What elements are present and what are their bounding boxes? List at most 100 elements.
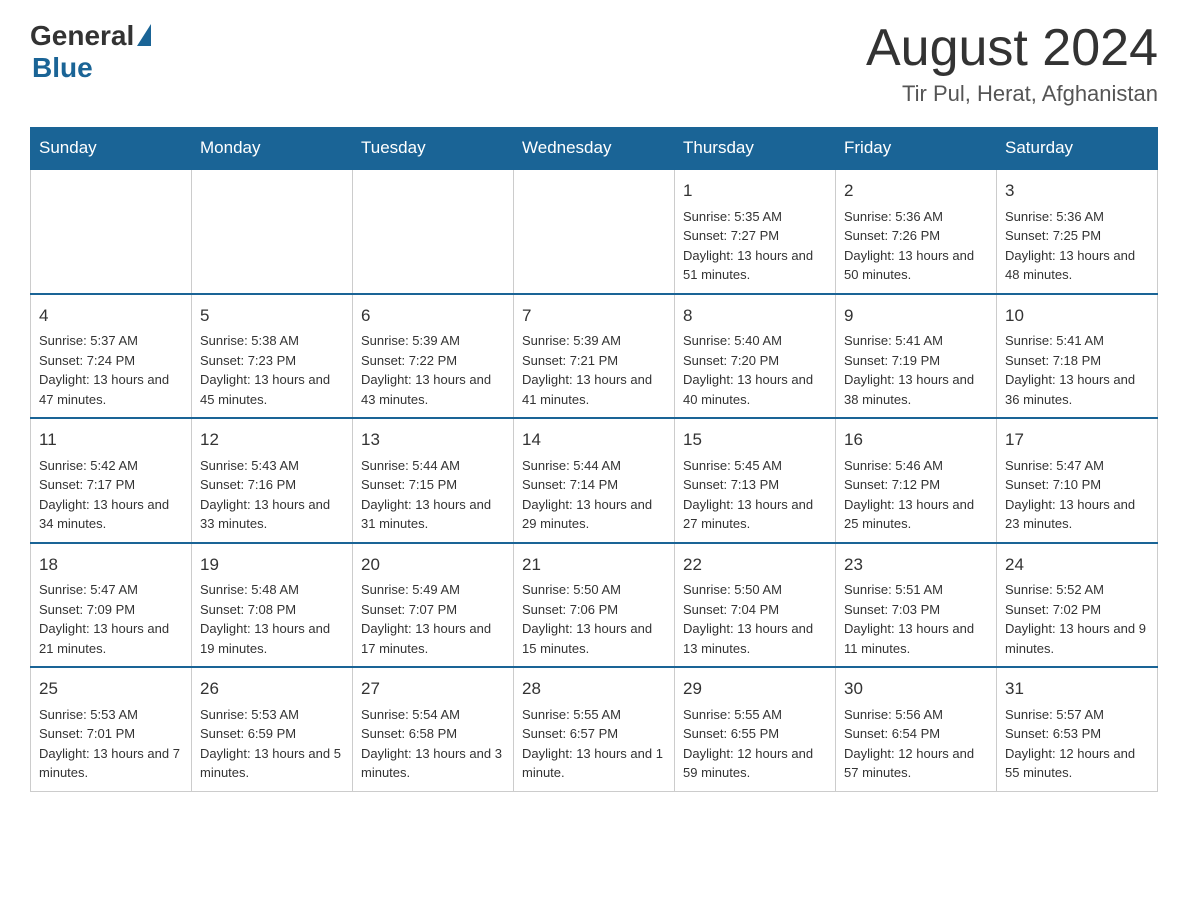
calendar-day-cell: 23Sunrise: 5:51 AM Sunset: 7:03 PM Dayli… (836, 543, 997, 668)
day-number: 13 (361, 427, 505, 453)
day-number: 22 (683, 552, 827, 578)
day-info: Sunrise: 5:47 AM Sunset: 7:10 PM Dayligh… (1005, 456, 1149, 534)
day-number: 28 (522, 676, 666, 702)
day-info: Sunrise: 5:39 AM Sunset: 7:21 PM Dayligh… (522, 331, 666, 409)
day-info: Sunrise: 5:40 AM Sunset: 7:20 PM Dayligh… (683, 331, 827, 409)
day-number: 20 (361, 552, 505, 578)
day-info: Sunrise: 5:55 AM Sunset: 6:55 PM Dayligh… (683, 705, 827, 783)
day-number: 19 (200, 552, 344, 578)
calendar-day-cell: 9Sunrise: 5:41 AM Sunset: 7:19 PM Daylig… (836, 294, 997, 419)
day-of-week-header: Sunday (31, 128, 192, 170)
day-number: 25 (39, 676, 183, 702)
day-info: Sunrise: 5:57 AM Sunset: 6:53 PM Dayligh… (1005, 705, 1149, 783)
day-info: Sunrise: 5:48 AM Sunset: 7:08 PM Dayligh… (200, 580, 344, 658)
day-info: Sunrise: 5:44 AM Sunset: 7:15 PM Dayligh… (361, 456, 505, 534)
day-info: Sunrise: 5:36 AM Sunset: 7:26 PM Dayligh… (844, 207, 988, 285)
day-number: 8 (683, 303, 827, 329)
calendar-header-row: SundayMondayTuesdayWednesdayThursdayFrid… (31, 128, 1158, 170)
day-number: 23 (844, 552, 988, 578)
calendar-day-cell: 10Sunrise: 5:41 AM Sunset: 7:18 PM Dayli… (997, 294, 1158, 419)
logo-general-text: General (30, 20, 134, 52)
day-info: Sunrise: 5:35 AM Sunset: 7:27 PM Dayligh… (683, 207, 827, 285)
day-of-week-header: Tuesday (353, 128, 514, 170)
day-number: 9 (844, 303, 988, 329)
calendar-day-cell: 11Sunrise: 5:42 AM Sunset: 7:17 PM Dayli… (31, 418, 192, 543)
calendar-day-cell: 27 Sunrise: 5:54 AM Sunset: 6:58 PM Dayli… (353, 667, 514, 791)
day-info: Sunrise: 5:45 AM Sunset: 7:13 PM Dayligh… (683, 456, 827, 534)
calendar-day-cell: 28Sunrise: 5:55 AM Sunset: 6:57 PM Dayli… (514, 667, 675, 791)
day-info: Sunrise: 5:42 AM Sunset: 7:17 PM Dayligh… (39, 456, 183, 534)
day-number: 4 (39, 303, 183, 329)
calendar-day-cell: 17Sunrise: 5:47 AM Sunset: 7:10 PM Dayli… (997, 418, 1158, 543)
day-number: 30 (844, 676, 988, 702)
calendar-week-row: 18Sunrise: 5:47 AM Sunset: 7:09 PM Dayli… (31, 543, 1158, 668)
day-info: Sunrise: 5:56 AM Sunset: 6:54 PM Dayligh… (844, 705, 988, 783)
calendar-week-row: 1 Sunrise: 5:35 AM Sunset: 7:27 PM Daylig… (31, 169, 1158, 294)
day-info: Sunrise: 5:46 AM Sunset: 7:12 PM Dayligh… (844, 456, 988, 534)
day-info: Sunrise: 5:39 AM Sunset: 7:22 PM Dayligh… (361, 331, 505, 409)
calendar-week-row: 11Sunrise: 5:42 AM Sunset: 7:17 PM Dayli… (31, 418, 1158, 543)
calendar-day-cell: 16 Sunrise: 5:46 AM Sunset: 7:12 PM Dayli… (836, 418, 997, 543)
day-info: Sunrise: 5:50 AM Sunset: 7:04 PM Dayligh… (683, 580, 827, 658)
day-info: Sunrise: 5:50 AM Sunset: 7:06 PM Dayligh… (522, 580, 666, 658)
logo: General Blue (30, 20, 151, 84)
calendar-day-cell: 5Sunrise: 5:38 AM Sunset: 7:23 PM Daylig… (192, 294, 353, 419)
calendar-day-cell: 29 Sunrise: 5:55 AM Sunset: 6:55 PM Dayli… (675, 667, 836, 791)
day-number: 2 (844, 178, 988, 204)
calendar-day-cell: 25 Sunrise: 5:53 AM Sunset: 7:01 PM Dayli… (31, 667, 192, 791)
day-number: 3 (1005, 178, 1149, 204)
calendar-week-row: 4Sunrise: 5:37 AM Sunset: 7:24 PM Daylig… (31, 294, 1158, 419)
calendar-day-cell: 26 Sunrise: 5:53 AM Sunset: 6:59 PM Dayli… (192, 667, 353, 791)
calendar-day-cell: 12 Sunrise: 5:43 AM Sunset: 7:16 PM Dayli… (192, 418, 353, 543)
calendar-day-cell: 14 Sunrise: 5:44 AM Sunset: 7:14 PM Dayli… (514, 418, 675, 543)
day-info: Sunrise: 5:49 AM Sunset: 7:07 PM Dayligh… (361, 580, 505, 658)
day-info: Sunrise: 5:41 AM Sunset: 7:19 PM Dayligh… (844, 331, 988, 409)
calendar-day-cell: 19Sunrise: 5:48 AM Sunset: 7:08 PM Dayli… (192, 543, 353, 668)
calendar-day-cell: 31Sunrise: 5:57 AM Sunset: 6:53 PM Dayli… (997, 667, 1158, 791)
location-subtitle: Tir Pul, Herat, Afghanistan (866, 81, 1158, 107)
day-of-week-header: Saturday (997, 128, 1158, 170)
day-info: Sunrise: 5:41 AM Sunset: 7:18 PM Dayligh… (1005, 331, 1149, 409)
day-number: 26 (200, 676, 344, 702)
day-of-week-header: Friday (836, 128, 997, 170)
calendar-day-cell: 21Sunrise: 5:50 AM Sunset: 7:06 PM Dayli… (514, 543, 675, 668)
day-number: 16 (844, 427, 988, 453)
calendar-day-cell: 2 Sunrise: 5:36 AM Sunset: 7:26 PM Daylig… (836, 169, 997, 294)
day-info: Sunrise: 5:53 AM Sunset: 7:01 PM Dayligh… (39, 705, 183, 783)
calendar-day-cell: 24Sunrise: 5:52 AM Sunset: 7:02 PM Dayli… (997, 543, 1158, 668)
day-number: 1 (683, 178, 827, 204)
calendar-day-cell: 4Sunrise: 5:37 AM Sunset: 7:24 PM Daylig… (31, 294, 192, 419)
day-of-week-header: Thursday (675, 128, 836, 170)
day-info: Sunrise: 5:37 AM Sunset: 7:24 PM Dayligh… (39, 331, 183, 409)
calendar-day-cell: 13 Sunrise: 5:44 AM Sunset: 7:15 PM Dayli… (353, 418, 514, 543)
calendar-day-cell (514, 169, 675, 294)
calendar-day-cell: 7Sunrise: 5:39 AM Sunset: 7:21 PM Daylig… (514, 294, 675, 419)
page-header: General Blue August 2024 Tir Pul, Herat,… (30, 20, 1158, 107)
day-number: 21 (522, 552, 666, 578)
calendar-table: SundayMondayTuesdayWednesdayThursdayFrid… (30, 127, 1158, 792)
day-number: 10 (1005, 303, 1149, 329)
calendar-day-cell: 22Sunrise: 5:50 AM Sunset: 7:04 PM Dayli… (675, 543, 836, 668)
day-info: Sunrise: 5:43 AM Sunset: 7:16 PM Dayligh… (200, 456, 344, 534)
day-info: Sunrise: 5:44 AM Sunset: 7:14 PM Dayligh… (522, 456, 666, 534)
day-info: Sunrise: 5:52 AM Sunset: 7:02 PM Dayligh… (1005, 580, 1149, 658)
day-info: Sunrise: 5:54 AM Sunset: 6:58 PM Dayligh… (361, 705, 505, 783)
day-number: 24 (1005, 552, 1149, 578)
day-of-week-header: Monday (192, 128, 353, 170)
calendar-day-cell: 18Sunrise: 5:47 AM Sunset: 7:09 PM Dayli… (31, 543, 192, 668)
day-number: 27 (361, 676, 505, 702)
day-info: Sunrise: 5:47 AM Sunset: 7:09 PM Dayligh… (39, 580, 183, 658)
day-info: Sunrise: 5:38 AM Sunset: 7:23 PM Dayligh… (200, 331, 344, 409)
calendar-day-cell: 20Sunrise: 5:49 AM Sunset: 7:07 PM Dayli… (353, 543, 514, 668)
logo-triangle-icon (137, 24, 151, 46)
day-number: 12 (200, 427, 344, 453)
calendar-day-cell (192, 169, 353, 294)
day-info: Sunrise: 5:36 AM Sunset: 7:25 PM Dayligh… (1005, 207, 1149, 285)
day-number: 7 (522, 303, 666, 329)
day-number: 29 (683, 676, 827, 702)
day-number: 6 (361, 303, 505, 329)
day-number: 5 (200, 303, 344, 329)
day-info: Sunrise: 5:53 AM Sunset: 6:59 PM Dayligh… (200, 705, 344, 783)
day-of-week-header: Wednesday (514, 128, 675, 170)
day-number: 14 (522, 427, 666, 453)
